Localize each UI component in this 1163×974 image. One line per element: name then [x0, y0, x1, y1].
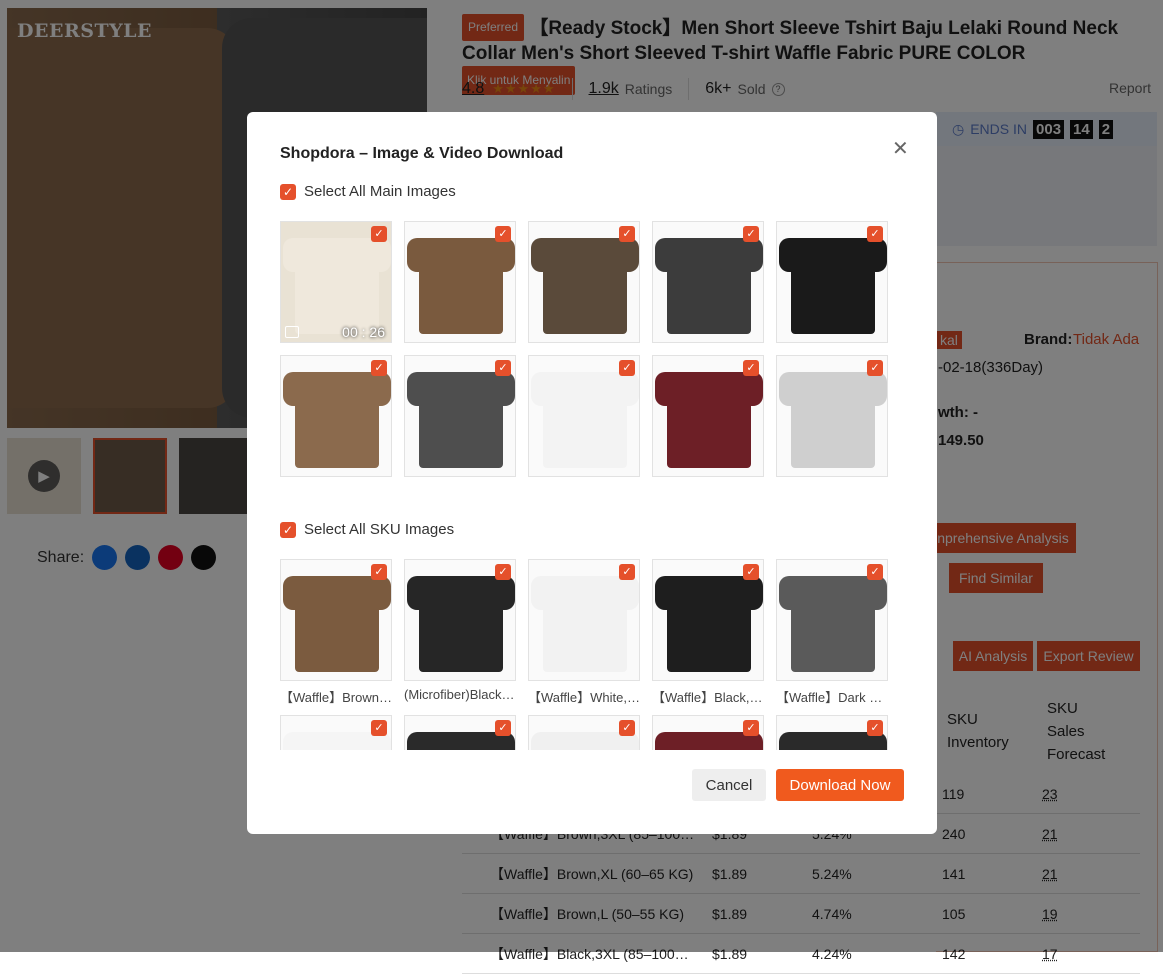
image-checkbox[interactable]: ✓: [495, 720, 511, 736]
sku-caption: 【Waffle】Brown,3XL (85–100 KG): [280, 687, 392, 706]
shirt-image: [543, 576, 627, 672]
sku-image-tile[interactable]: ✓: [528, 715, 640, 750]
image-checkbox[interactable]: ✓: [371, 360, 387, 376]
shirt-image: [295, 732, 379, 750]
shirt-image: [295, 372, 379, 468]
main-image-tile[interactable]: ✓: [776, 221, 888, 343]
main-image-tile[interactable]: ✓: [652, 355, 764, 477]
modal-title: Shopdora – Image & Video Download: [280, 145, 563, 163]
image-checkbox[interactable]: ✓: [495, 226, 511, 242]
main-image-tile[interactable]: ✓: [776, 355, 888, 477]
image-checkbox[interactable]: ✓: [495, 564, 511, 580]
shirt-image: [543, 732, 627, 750]
image-checkbox[interactable]: ✓: [619, 360, 635, 376]
cancel-button[interactable]: Cancel: [692, 769, 766, 801]
shirt-image: [295, 238, 379, 334]
sku-caption: (Microfiber)Black,XL: [404, 687, 516, 702]
image-checkbox[interactable]: ✓: [743, 720, 759, 736]
shirt-image: [419, 238, 503, 334]
image-checkbox[interactable]: ✓: [619, 226, 635, 242]
sku-image-tile[interactable]: ✓: [404, 715, 516, 750]
shirt-image: [295, 576, 379, 672]
image-checkbox[interactable]: ✓: [371, 720, 387, 736]
main-image-tile[interactable]: ✓: [404, 355, 516, 477]
image-checkbox[interactable]: ✓: [495, 360, 511, 376]
sku-image-tile[interactable]: ✓: [404, 559, 516, 681]
select-all-sku-label: Select All SKU Images: [304, 521, 454, 538]
main-image-tile[interactable]: ✓ 00 : 26: [280, 221, 392, 343]
select-all-main-label: Select All Main Images: [304, 183, 456, 200]
image-checkbox[interactable]: ✓: [619, 720, 635, 736]
shirt-image: [667, 372, 751, 468]
select-all-sku-row[interactable]: ✓ Select All SKU Images: [280, 521, 454, 538]
shirt-image: [791, 576, 875, 672]
select-all-main-checkbox[interactable]: ✓: [280, 184, 296, 200]
shirt-image: [667, 576, 751, 672]
main-image-tile[interactable]: ✓: [404, 221, 516, 343]
sku-image-tile[interactable]: ✓: [652, 715, 764, 750]
image-checkbox[interactable]: ✓: [743, 564, 759, 580]
shirt-image: [791, 238, 875, 334]
sku-image-tile[interactable]: ✓: [652, 559, 764, 681]
shirt-image: [543, 372, 627, 468]
main-image-tile[interactable]: ✓: [528, 221, 640, 343]
image-checkbox[interactable]: ✓: [867, 720, 883, 736]
image-checkbox[interactable]: ✓: [867, 360, 883, 376]
image-checkbox[interactable]: ✓: [371, 226, 387, 242]
sku-image-tile[interactable]: ✓: [280, 559, 392, 681]
image-checkbox[interactable]: ✓: [743, 226, 759, 242]
shirt-image: [667, 732, 751, 750]
image-checkbox[interactable]: ✓: [371, 564, 387, 580]
shirt-image: [419, 732, 503, 750]
main-image-tile[interactable]: ✓: [280, 355, 392, 477]
sku-image-tile[interactable]: ✓: [776, 559, 888, 681]
image-checkbox[interactable]: ✓: [619, 564, 635, 580]
shirt-image: [543, 238, 627, 334]
close-icon[interactable]: ✕: [892, 136, 909, 161]
modal-scroll-area[interactable]: Shopdora – Image & Video Download ✓ Sele…: [247, 112, 937, 750]
download-modal: Shopdora – Image & Video Download ✓ Sele…: [247, 112, 937, 834]
sku-image-tile[interactable]: ✓: [776, 715, 888, 750]
select-all-sku-checkbox[interactable]: ✓: [280, 522, 296, 538]
video-duration: 00 : 26: [342, 324, 385, 340]
main-image-tile[interactable]: ✓: [528, 355, 640, 477]
image-checkbox[interactable]: ✓: [867, 226, 883, 242]
sku-caption: 【Waffle】Dark Grey,3XL: [776, 687, 888, 706]
select-all-main-row[interactable]: ✓ Select All Main Images: [280, 183, 456, 200]
image-checkbox[interactable]: ✓: [743, 360, 759, 376]
sku-caption: 【Waffle】White,3XL: [528, 687, 640, 706]
sku-image-tile[interactable]: ✓: [528, 559, 640, 681]
shirt-image: [419, 372, 503, 468]
download-now-button[interactable]: Download Now: [776, 769, 904, 801]
sku-image-tile[interactable]: ✓: [280, 715, 392, 750]
shirt-image: [791, 372, 875, 468]
shirt-image: [419, 576, 503, 672]
shirt-image: [667, 238, 751, 334]
video-icon: [285, 326, 299, 338]
main-image-tile[interactable]: ✓: [652, 221, 764, 343]
shirt-image: [791, 732, 875, 750]
image-checkbox[interactable]: ✓: [867, 564, 883, 580]
sku-caption: 【Waffle】Black,3XL: [652, 687, 764, 706]
